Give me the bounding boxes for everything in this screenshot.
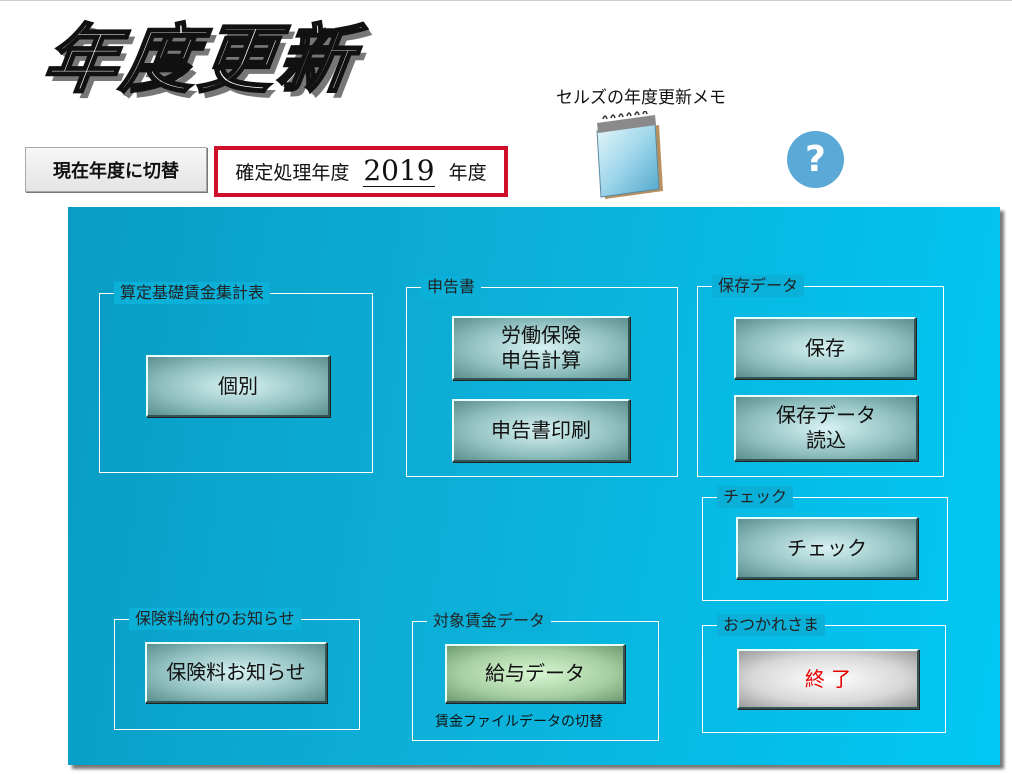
notepad-icon[interactable] [583,110,671,201]
page-title: 年度更新 [37,16,364,105]
group-label-otsukare: おつかれさま [717,614,826,636]
check-button[interactable]: チェック [736,517,918,579]
individual-button[interactable]: 個別 [146,355,330,417]
group-santei: 算定基礎賃金集計表 個別 [99,282,373,473]
load-saved-data-button[interactable]: 保存データ 読込 [734,395,918,461]
exit-button[interactable]: 終 了 [737,649,919,709]
group-label-check: チェック [717,486,794,508]
group-hokenryo: 保険料納付のお知らせ 保険料お知らせ [114,608,360,730]
group-chingin: 対象賃金データ 給与データ 賃金ファイルデータの切替 [412,610,659,741]
fiscal-year-label: 確定処理年度 [235,162,350,184]
main-panel: 算定基礎賃金集計表 個別 申告書 労働保険 申告計算 申告書印刷 保存データ 保… [68,207,1000,765]
group-label-hozon: 保存データ [712,275,805,297]
calc-button-line2: 申告計算 [501,348,581,372]
save-button[interactable]: 保存 [734,317,916,379]
group-hozon: 保存データ 保存 保存データ 読込 [697,275,944,477]
fiscal-year-suffix: 年度 [448,162,487,184]
group-label-hokenryo: 保険料納付のお知らせ [129,608,301,630]
calc-button-line1: 労働保険 [501,323,581,347]
memo-label: セルズの年度更新メモ [556,88,726,108]
print-declaration-button[interactable]: 申告書印刷 [452,399,630,462]
group-check: チェック チェック [702,486,948,601]
group-shinkoku: 申告書 労働保険 申告計算 申告書印刷 [406,276,678,477]
group-label-shinkoku: 申告書 [421,276,482,298]
group-label-chingin: 対象賃金データ [427,610,552,632]
wage-file-switch-note: 賃金ファイルデータの切替 [435,714,603,730]
load-button-line1: 保存データ [776,403,876,427]
group-label-santei: 算定基礎賃金集計表 [114,282,271,304]
fiscal-year-value: 2019 [363,154,435,188]
fiscal-year-box: 確定処理年度 2019 年度 [214,146,508,197]
labor-insurance-calc-button[interactable]: 労働保険 申告計算 [452,316,630,380]
salary-data-button[interactable]: 給与データ [445,644,625,703]
help-icon[interactable]: ? [787,131,844,188]
switch-current-year-button[interactable]: 現在年度に切替 [25,147,207,192]
group-otsukare: おつかれさま 終 了 [702,614,946,733]
premium-notice-button[interactable]: 保険料お知らせ [145,642,327,703]
load-button-line2: 読込 [806,428,846,452]
